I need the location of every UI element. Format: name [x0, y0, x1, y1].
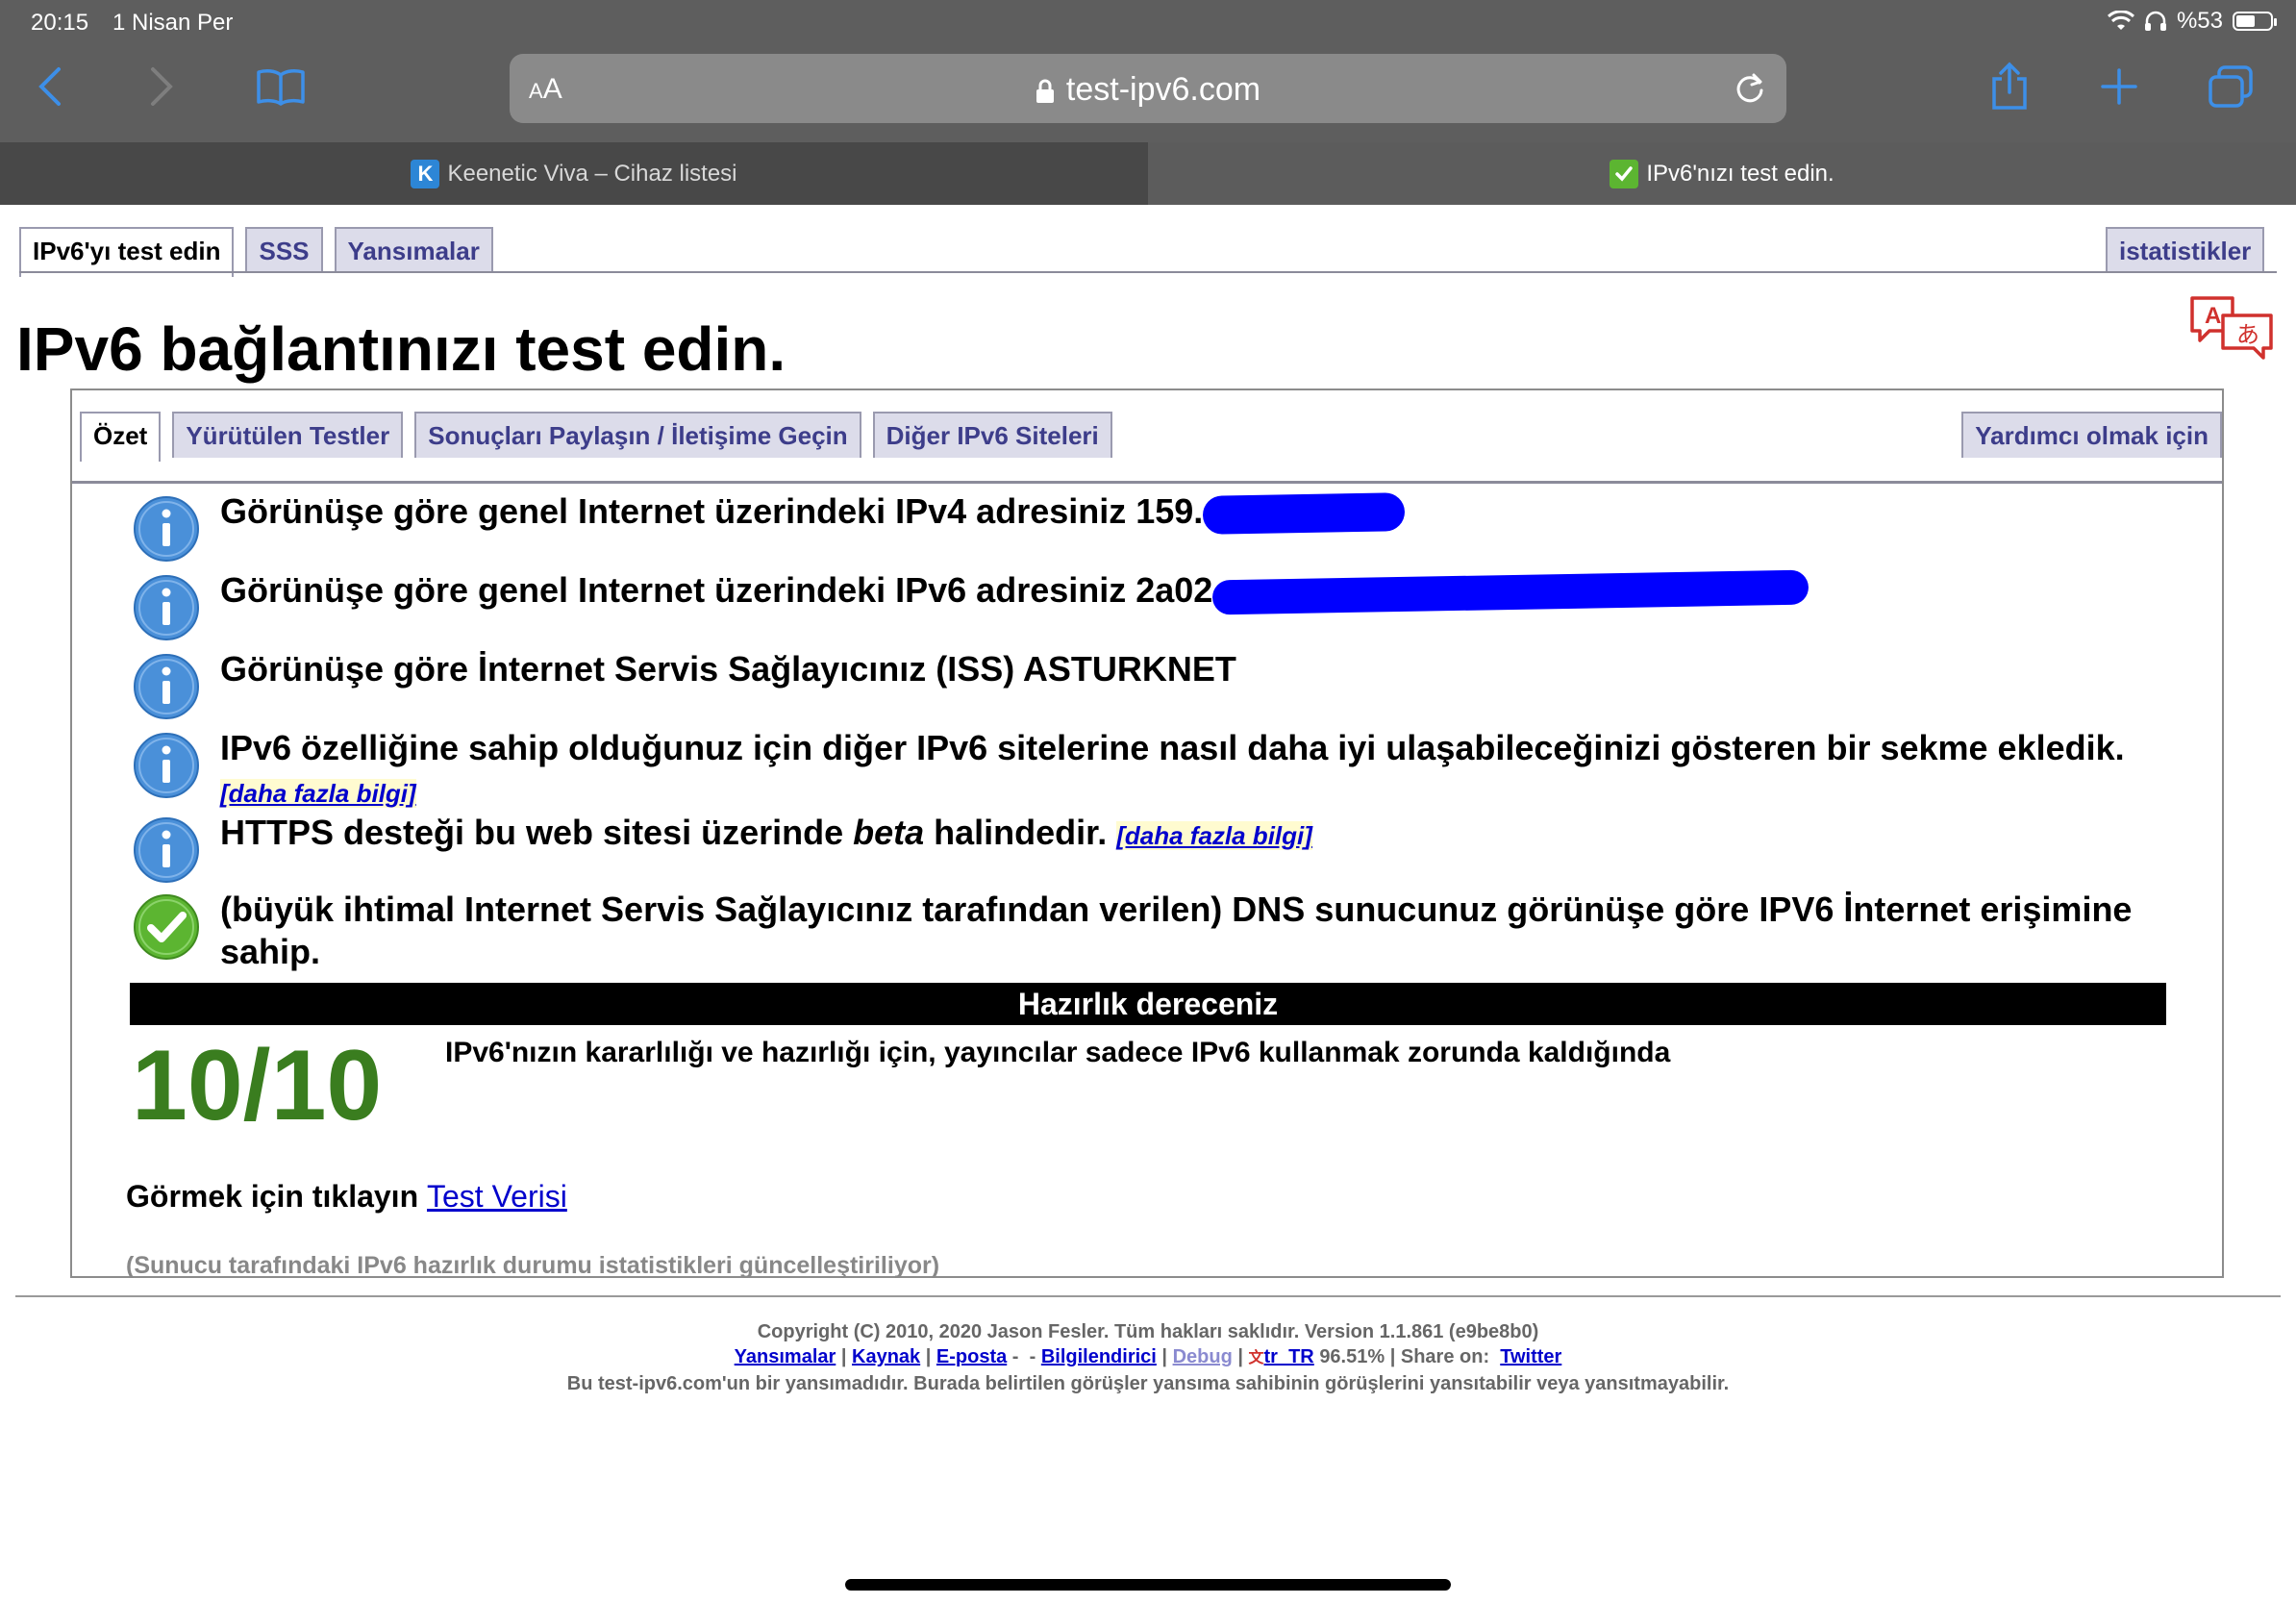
redaction-mark	[1202, 492, 1406, 536]
beta-text: beta	[853, 813, 925, 852]
message-text: IPv6 özelliğine sahip olduğunuz için diğ…	[220, 728, 2125, 767]
address-bar[interactable]: AA test-ipv6.com	[510, 54, 1786, 123]
browser-tab-label: Keenetic Viva – Cihaz listesi	[447, 160, 737, 187]
footer-translate-icon: 文	[1248, 1350, 1264, 1366]
more-info-link[interactable]: [daha fazla bilgi]	[220, 779, 416, 808]
new-tab-button[interactable]	[2090, 58, 2148, 115]
browser-tab-strip: K Keenetic Viva – Cihaz listesi ✕ IPv6'n…	[0, 142, 2296, 205]
results-panel: Özet Yürütülen Testler Sonuçları Paylaşı…	[70, 388, 2224, 1279]
message-text: Görünüşe göre genel Internet üzerindeki …	[220, 570, 1213, 610]
wifi-icon	[2107, 11, 2134, 30]
forward-button[interactable]	[133, 58, 190, 115]
home-indicator[interactable]	[845, 1579, 1451, 1591]
translate-icon[interactable]: A あ	[2188, 294, 2275, 360]
tabs-icon	[2209, 65, 2253, 108]
footer-links: Yansımalar | Kaynak | E-posta - - Bilgil…	[734, 1346, 1562, 1367]
info-icon	[134, 654, 199, 719]
message-text: halindedir.	[924, 813, 1108, 852]
readiness-note: IPv6'nızın kararlılığı ve hazırlığı için…	[445, 1037, 1671, 1068]
status-date: 1 Nisan Per	[112, 10, 234, 36]
footer-twitter-link[interactable]: Twitter	[1500, 1346, 1561, 1367]
message-text: (büyük ihtimal Internet Servis Sağlayıcı…	[220, 890, 2133, 971]
tab-test-ipv6[interactable]: IPv6'yı test edin	[19, 227, 235, 277]
nav-divider	[19, 271, 2277, 273]
footer-divider	[15, 1295, 2281, 1297]
status-time: 20:15	[31, 10, 89, 36]
browser-tab-label: IPv6'nızı test edin.	[1646, 160, 1834, 187]
footer-locale-link[interactable]: tr_TR	[1264, 1346, 1314, 1367]
footer-debug-link[interactable]: Debug	[1173, 1346, 1233, 1367]
footer-email-link[interactable]: E-posta	[936, 1346, 1007, 1367]
browser-chrome: 20:15 1 Nisan Per %53 AA test-ipv6.com K…	[0, 0, 2296, 205]
footer-source-link[interactable]: Kaynak	[852, 1346, 920, 1367]
browser-tab-keenetic[interactable]: K Keenetic Viva – Cihaz listesi	[0, 142, 1148, 205]
svg-text:あ: あ	[2236, 321, 2259, 348]
back-button[interactable]	[21, 58, 79, 115]
tab-statistics[interactable]: istatistikler	[2106, 227, 2265, 273]
status-right: %53	[2107, 8, 2277, 35]
url-display[interactable]: test-ipv6.com	[510, 71, 1786, 109]
check-icon	[134, 894, 199, 960]
stats-update-note: (Sunucu tarafındaki IPv6 hazırlık durumu…	[126, 1252, 940, 1279]
readiness-score: 10/10	[132, 1030, 383, 1141]
message-dns: (büyük ihtimal Internet Servis Sağlayıcı…	[132, 889, 2199, 975]
results-tabs: Özet Yürütülen Testler Sonuçları Paylaşı…	[80, 412, 1112, 462]
tab-other-ipv6-sites[interactable]: Diğer IPv6 Siteleri	[872, 412, 1112, 458]
mirror-disclaimer: Bu test-ipv6.com'un bir yansımadıdır. Bu…	[566, 1373, 1730, 1394]
headphones-icon	[2144, 11, 2166, 31]
message-ipv6-tab: IPv6 özelliğine sahip olduğunuz için diğ…	[132, 727, 2199, 808]
bookmarks-button[interactable]	[252, 58, 310, 115]
chevron-right-icon	[151, 67, 173, 106]
tab-share-results[interactable]: Sonuçları Paylaşın / İletişime Geçin	[414, 412, 861, 458]
footer-mirrors-link[interactable]: Yansımalar	[735, 1346, 836, 1367]
tab-tests-run[interactable]: Yürütülen Testler	[172, 412, 404, 458]
translation-percent: 96.51%	[1319, 1346, 1385, 1367]
test-data-prefix: Görmek için tıklayın	[126, 1179, 427, 1214]
more-info-link[interactable]: [daha fazla bilgi]	[1116, 821, 1312, 850]
test-data-line: Görmek için tıklayın Test Verisi	[126, 1179, 567, 1215]
status-bar: 20:15 1 Nisan Per %53	[0, 0, 2296, 44]
test-data-link[interactable]: Test Verisi	[427, 1179, 567, 1214]
url-text: test-ipv6.com	[1065, 71, 1261, 108]
share-button[interactable]	[1981, 58, 2038, 115]
tab-mirrors[interactable]: Yansımalar	[334, 227, 493, 273]
book-icon	[257, 69, 305, 106]
info-icon	[134, 496, 199, 562]
tabs-overview-button[interactable]	[2202, 58, 2259, 115]
message-text: Görünüşe göre İnternet Servis Sağlayıcın…	[220, 649, 1236, 689]
tab-faq[interactable]: SSS	[245, 227, 323, 273]
message-https: HTTPS desteği bu web sitesi üzerinde bet…	[132, 812, 2199, 883]
message-text: Görünüşe göre genel Internet üzerindeki …	[220, 491, 1204, 531]
footer-dash: -	[1029, 1346, 1036, 1367]
svg-text:A: A	[2205, 303, 2221, 329]
tab-help[interactable]: Yardımcı olmak için	[1961, 412, 2222, 458]
keenetic-favicon-icon: K	[411, 159, 440, 188]
info-icon	[134, 575, 199, 640]
plus-icon	[2101, 68, 2137, 105]
info-icon	[134, 817, 199, 883]
message-isp: Görünüşe göre İnternet Servis Sağlayıcın…	[132, 648, 2199, 719]
share-icon	[1992, 62, 2027, 110]
reload-icon[interactable]	[1733, 71, 1767, 106]
tabs-divider	[72, 481, 2222, 484]
copyright-text: Copyright (C) 2010, 2020 Jason Fesler. T…	[757, 1321, 1539, 1342]
page-title: IPv6 bağlantınızı test edin.	[16, 314, 786, 384]
tab-summary[interactable]: Özet	[80, 412, 162, 462]
footer: Copyright (C) 2010, 2020 Jason Fesler. T…	[0, 1319, 2296, 1396]
checkmark-favicon-icon	[1610, 159, 1639, 188]
battery-icon	[2233, 12, 2277, 31]
footer-info-link[interactable]: Bilgilendirici	[1041, 1346, 1157, 1367]
readiness-header: Hazırlık dereceniz	[130, 983, 2166, 1025]
redaction-mark	[1212, 570, 1809, 615]
battery-percent: %53	[2176, 8, 2223, 34]
message-ipv4: Görünüşe göre genel Internet üzerindeki …	[132, 490, 2199, 562]
share-label: Share on:	[1400, 1346, 1490, 1367]
info-icon	[134, 733, 199, 798]
lock-icon	[1036, 79, 1054, 104]
message-text: HTTPS desteği bu web sitesi üzerinde	[220, 813, 854, 852]
browser-tab-ipv6-test[interactable]: IPv6'nızı test edin.	[1148, 142, 2296, 205]
site-nav: IPv6'yı test edin SSS Yansımalar	[19, 227, 493, 277]
chevron-left-icon	[38, 67, 61, 106]
message-ipv6: Görünüşe göre genel Internet üzerindeki …	[132, 569, 2199, 640]
